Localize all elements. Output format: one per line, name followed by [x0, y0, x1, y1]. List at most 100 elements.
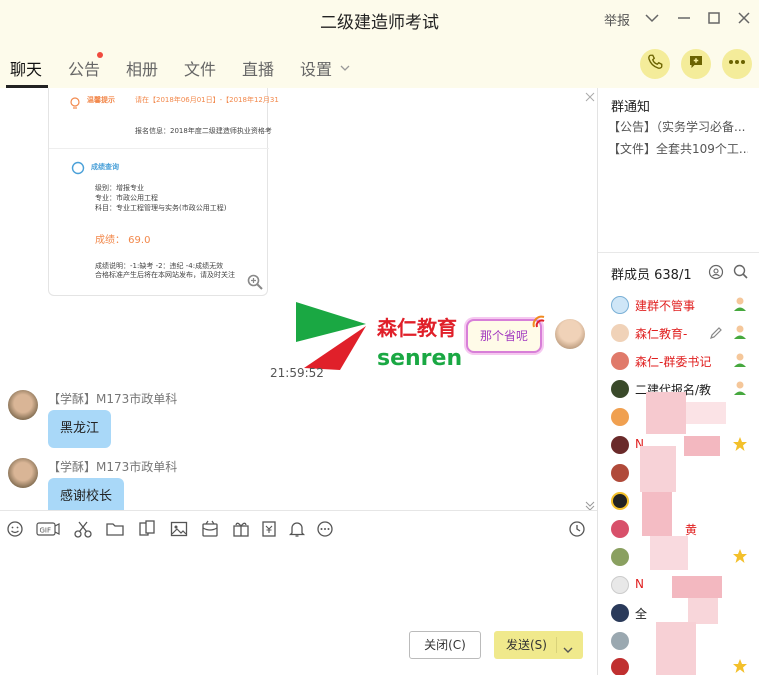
- signal-icon: [532, 314, 548, 333]
- zoom-in-icon[interactable]: [247, 274, 263, 294]
- phone-call-button[interactable]: [640, 49, 670, 79]
- send-button-label: 发送(S): [506, 638, 547, 652]
- tab-files[interactable]: 文件: [184, 56, 216, 80]
- admin-icon: [732, 324, 748, 344]
- member-name: 森仁-群委书记: [635, 355, 712, 369]
- message-input[interactable]: [6, 548, 591, 624]
- tab-album[interactable]: 相册: [126, 56, 158, 80]
- image-icon[interactable]: [170, 520, 188, 538]
- member-avatar: [611, 324, 629, 342]
- reminder-text: 请在【2018年06月01日】-【2018年12月31: [135, 96, 279, 104]
- senren-logo-graphic: [296, 302, 368, 370]
- message-timestamp: 21:59:52: [270, 366, 324, 380]
- scroll-down-icon[interactable]: [584, 496, 596, 510]
- tab-bar: 聊天 公告 相册 文件 直播 设置: [0, 38, 759, 88]
- admin-icon: [732, 352, 748, 372]
- gift-icon[interactable]: [232, 520, 250, 538]
- member-avatar: [611, 520, 629, 538]
- member-avatar: [611, 436, 629, 454]
- major-line: 专业：市政公用工程: [95, 194, 158, 202]
- member-avatar: [611, 548, 629, 566]
- nickname-badge: 那个省呢: [466, 319, 542, 353]
- close-icon[interactable]: [732, 6, 756, 30]
- scissors-icon[interactable]: [74, 520, 92, 538]
- self-avatar[interactable]: [555, 319, 585, 349]
- chevron-down-icon: [340, 58, 350, 77]
- more-button[interactable]: [722, 49, 752, 79]
- search-icon[interactable]: [733, 264, 749, 284]
- members-settings-icon[interactable]: [708, 264, 724, 284]
- chevron-down-icon[interactable]: [562, 638, 574, 666]
- member-avatar: [611, 576, 629, 594]
- sender-name[interactable]: 【学酥】M173市政单科: [48, 458, 177, 475]
- level-line: 级别：增报专业: [95, 184, 144, 192]
- edit-icon[interactable]: [709, 325, 723, 344]
- voucher-icon[interactable]: [260, 520, 278, 538]
- maximize-icon[interactable]: [702, 6, 726, 30]
- owner-icon: [732, 296, 748, 316]
- sender-name[interactable]: 【学酥】M173市政单科: [48, 390, 177, 407]
- lightbulb-icon: [69, 94, 81, 113]
- score-screenshot-card[interactable]: 温馨提示 请在【2018年06月01日】-【2018年12月31 报名信息：20…: [48, 88, 279, 296]
- red-packet-icon[interactable]: [201, 520, 219, 538]
- compose-divider: [0, 510, 597, 511]
- docs-icon[interactable]: [138, 520, 156, 538]
- member-item[interactable]: 建群不管事: [611, 295, 759, 317]
- more-icon: [728, 53, 746, 75]
- history-clock-icon[interactable]: [568, 520, 586, 538]
- send-split-divider: [556, 637, 557, 653]
- title-bar: 二级建造师考试 举报: [0, 0, 759, 38]
- member-avatar: [611, 492, 629, 510]
- logo-text-cn: 森仁教育: [377, 316, 457, 340]
- collapse-icon[interactable]: [584, 88, 596, 107]
- score-note-2: 合格标准产生后将在本网站发布，请及时关注: [95, 271, 235, 279]
- folder-icon[interactable]: [106, 520, 124, 538]
- notice-file[interactable]: 【文件】全套共109个工...: [608, 140, 748, 157]
- send-button[interactable]: 发送(S): [494, 631, 583, 659]
- member-avatar: [611, 352, 629, 370]
- info-line: 报名信息：2018年度二级建造师执业资格考: [135, 127, 272, 135]
- message-bubble[interactable]: 感谢校长: [48, 478, 125, 510]
- card-divider: [49, 148, 269, 149]
- chat-messages[interactable]: 温馨提示 请在【2018年06月01日】-【2018年12月31 报名信息：20…: [0, 88, 597, 510]
- unread-badge: [97, 52, 103, 58]
- gif-icon[interactable]: GIF: [36, 520, 60, 538]
- member-avatar: [611, 604, 629, 622]
- score-note-1: 成绩说明：-1:缺考 -2：违纪 -4:成绩无效: [95, 262, 224, 270]
- tab-live[interactable]: 直播: [242, 56, 274, 80]
- group-notice-title[interactable]: 群通知: [611, 96, 650, 115]
- query-title: 成绩查询: [91, 163, 119, 171]
- members-title: 群成员 638/1: [611, 268, 692, 283]
- member-item[interactable]: 森仁教育-: [611, 323, 759, 345]
- notice-announcement[interactable]: 【公告】（实务学习必备...: [608, 118, 748, 135]
- member-item[interactable]: 森仁-群委书记: [611, 351, 759, 373]
- emoji-icon[interactable]: [6, 520, 24, 538]
- member-avatar: [611, 296, 629, 314]
- sender-avatar[interactable]: [8, 458, 38, 488]
- score-value: 成绩： 69.0: [95, 235, 151, 246]
- query-icon: [71, 160, 85, 179]
- privacy-mosaic: [632, 392, 742, 675]
- bell-icon[interactable]: [288, 520, 306, 538]
- tab-announcement[interactable]: 公告: [68, 56, 100, 80]
- member-avatar: [611, 658, 629, 675]
- member-avatar: [611, 464, 629, 482]
- svg-text:GIF: GIF: [40, 527, 52, 535]
- more-tools-icon[interactable]: [316, 520, 334, 538]
- minimize-icon[interactable]: [672, 6, 696, 30]
- tab-chat[interactable]: 聊天: [10, 56, 42, 80]
- member-avatar: [611, 632, 629, 650]
- add-app-button[interactable]: [681, 49, 711, 79]
- phone-icon: [646, 53, 664, 75]
- right-panel-divider: [598, 252, 759, 253]
- chat-plus-icon: [687, 53, 705, 75]
- chevron-down-icon[interactable]: [640, 6, 664, 30]
- report-button[interactable]: 举报: [604, 10, 630, 29]
- tab-settings[interactable]: 设置: [300, 56, 332, 80]
- sender-avatar[interactable]: [8, 390, 38, 420]
- close-button[interactable]: 关闭(C): [409, 631, 481, 659]
- message-bubble[interactable]: 黑龙江: [48, 410, 112, 448]
- member-avatar: [611, 380, 629, 398]
- panel-divider: [597, 88, 598, 675]
- member-name: 建群不管事: [635, 299, 696, 313]
